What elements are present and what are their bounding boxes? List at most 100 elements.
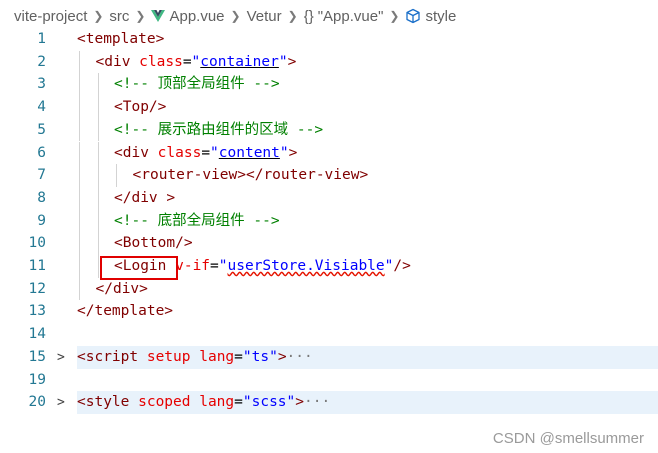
breadcrumb-item-style[interactable]: style — [405, 8, 456, 25]
code-token: <!-- 展示路由组件的区域 --> — [114, 121, 324, 138]
indent-guide — [79, 50, 80, 74]
chevron-right-icon: ❯ — [230, 9, 241, 23]
breadcrumb-item-vetur[interactable]: Vetur — [247, 8, 282, 25]
indent-guide — [79, 141, 80, 165]
fold-chevron-icon[interactable]: > — [57, 346, 67, 369]
braces-icon: {} — [303, 7, 314, 25]
code-line[interactable]: 6 <div class="content"> — [0, 141, 658, 165]
code-line[interactable]: 11 <Login v-if="userStore.Visiable"/> — [0, 255, 658, 278]
code-line[interactable]: 12 </div> — [0, 277, 658, 301]
code-token: > — [287, 53, 297, 70]
code-text: </div> — [96, 278, 148, 301]
code-token: = — [201, 144, 211, 161]
code-token: = — [234, 348, 243, 365]
code-token: container — [200, 53, 279, 70]
code-line[interactable]: 8 </div > — [0, 186, 658, 210]
indent-guide — [79, 73, 80, 97]
line-number: 10 — [28, 235, 46, 252]
code-text: </template> — [77, 300, 173, 323]
indent-guide — [79, 209, 80, 233]
code-token: </div> — [95, 280, 148, 297]
code-token: scoped — [138, 394, 200, 411]
line-number: 20 — [28, 394, 46, 411]
code-line[interactable]: 4 <Top/> — [0, 96, 658, 119]
code-token: " — [279, 144, 289, 161]
code-line[interactable]: 5 <!-- 展示路由组件的区域 --> — [0, 118, 658, 142]
code-token: <router-view></router-view> — [132, 167, 369, 184]
code-line[interactable]: 13 </template> — [0, 300, 658, 323]
line-number: 12 — [28, 280, 46, 297]
indent-guide — [79, 232, 80, 255]
code-token: </div > — [114, 189, 176, 206]
code-token: > — [277, 348, 287, 365]
code-token: setup — [146, 348, 200, 365]
line-number: 11 — [28, 258, 46, 274]
breadcrumb-item-symbol[interactable]: {} "App.vue" — [304, 8, 384, 25]
breadcrumb-label: Vetur — [246, 7, 282, 25]
breadcrumb-item-src[interactable]: src — [109, 8, 129, 25]
code-token: <script — [77, 348, 147, 365]
indent-guide — [97, 209, 99, 233]
code-token: userStore.Visiable — [227, 258, 385, 274]
vue-file-icon — [151, 10, 166, 22]
code-token: = — [182, 53, 192, 70]
indent-guide — [116, 164, 117, 187]
fold-chevron-icon[interactable]: > — [57, 391, 67, 414]
code-token: /> — [393, 258, 411, 274]
code-editor[interactable]: 1 <template> 2 <div class="container"> 3 <!--… — [0, 28, 658, 428]
indent-guide — [79, 186, 80, 210]
chevron-right-icon: ❯ — [93, 9, 104, 23]
line-number: 13 — [28, 303, 46, 320]
code-line[interactable]: 19 — [0, 369, 658, 392]
code-line[interactable]: 1 <template> — [0, 28, 658, 51]
breadcrumb-label: "App.vue" — [317, 7, 384, 25]
highlight-box — [100, 256, 178, 280]
code-line[interactable]: >15 <script setup lang="ts">··· — [0, 345, 658, 369]
breadcrumb-item-file[interactable]: App.vue — [151, 7, 225, 25]
code-line[interactable]: 9 <!-- 底部全局组件 --> — [0, 209, 658, 233]
code-token: " — [191, 53, 201, 70]
code-text: <div class="content"> — [114, 142, 297, 165]
indent-guide — [97, 164, 99, 187]
code-token: "scss" — [242, 394, 296, 411]
indent-guide — [79, 96, 80, 119]
code-token: = — [210, 258, 219, 274]
code-line[interactable]: 7 <router-view></router-view> — [0, 164, 658, 187]
code-token: class — [157, 144, 202, 161]
indent-guide — [97, 255, 99, 278]
code-text: <router-view></router-view> — [133, 164, 369, 187]
code-text: <template> — [77, 28, 164, 51]
code-line[interactable]: 14 — [0, 323, 658, 346]
code-token: </template> — [77, 303, 174, 320]
code-line[interactable]: >20 <style scoped lang="scss">··· — [0, 391, 658, 415]
code-text: <Top/> — [114, 96, 166, 119]
line-number: 15 — [28, 348, 46, 365]
code-token: " — [210, 144, 219, 161]
indent-guide — [97, 96, 99, 119]
code-text: <!-- 顶部全局组件 --> — [114, 73, 280, 96]
code-token: <!-- 顶部全局组件 --> — [114, 76, 280, 93]
indent-guide — [97, 118, 99, 142]
folded-ellipsis: ··· — [286, 348, 313, 365]
code-token: lang — [199, 394, 235, 411]
code-token: = — [234, 394, 243, 411]
breadcrumb-label: App.vue — [169, 7, 225, 25]
indent-guide — [79, 255, 80, 278]
code-token: "ts" — [242, 348, 278, 365]
code-line[interactable]: 10 <Bottom/> — [0, 232, 658, 255]
code-token: content — [218, 144, 280, 161]
code-token: <style — [77, 394, 139, 411]
code-token: lang — [199, 348, 235, 365]
breadcrumb-item-project[interactable]: vite-project — [14, 8, 87, 25]
code-line[interactable]: 3 <!-- 顶部全局组件 --> — [0, 73, 658, 97]
indent-guide — [97, 73, 99, 97]
code-token: <div — [95, 53, 140, 70]
code-line[interactable]: 2 <div class="container"> — [0, 50, 658, 74]
code-token: > — [288, 144, 298, 161]
code-text: <style scoped lang="scss">··· — [77, 391, 330, 414]
breadcrumb-label: style — [425, 7, 457, 25]
code-token: <div — [114, 144, 158, 161]
code-token: " — [278, 53, 288, 70]
indent-guide — [97, 186, 99, 210]
breadcrumb-label: src — [109, 7, 130, 25]
